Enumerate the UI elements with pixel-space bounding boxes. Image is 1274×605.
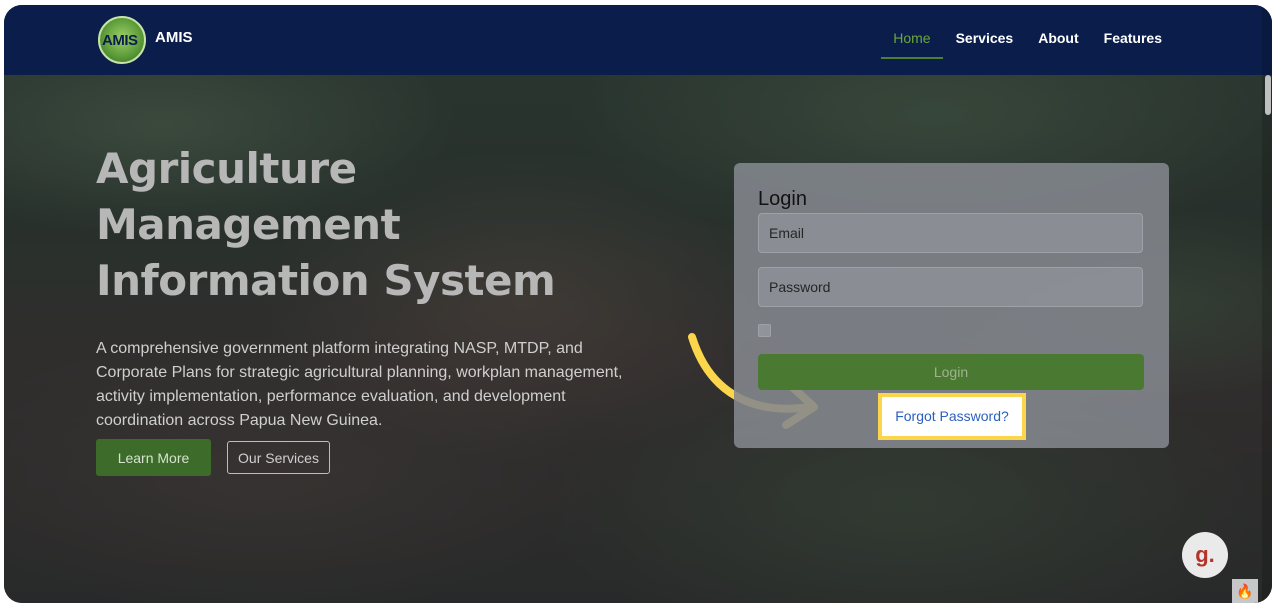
login-card: Login Login Forgot Password? bbox=[734, 163, 1169, 448]
page-scrollbar[interactable] bbox=[1262, 5, 1272, 603]
nav-link-about[interactable]: About bbox=[1038, 30, 1078, 46]
amis-logo[interactable]: AMIS bbox=[98, 16, 146, 64]
password-input[interactable] bbox=[758, 267, 1143, 307]
nav-link-home[interactable]: Home bbox=[881, 30, 944, 59]
forgot-password-link[interactable]: Forgot Password? bbox=[882, 408, 1022, 424]
hero-title-line: Information System bbox=[96, 256, 556, 305]
hero-title: Agriculture Management Information Syste… bbox=[96, 141, 556, 309]
learn-more-button[interactable]: Learn More bbox=[96, 439, 211, 476]
forgot-password-highlight: Forgot Password? bbox=[878, 393, 1026, 440]
top-navbar: AMIS AMIS Home Services About Features bbox=[4, 5, 1272, 75]
hero-title-line: Agriculture bbox=[96, 144, 357, 193]
hero-title-line: Management bbox=[96, 200, 401, 249]
login-submit-button[interactable]: Login bbox=[758, 354, 1144, 390]
logo-lettering: AMIS bbox=[102, 32, 138, 49]
nav-link-services[interactable]: Services bbox=[956, 30, 1014, 46]
hero-description: A comprehensive government platform inte… bbox=[96, 340, 623, 429]
email-input[interactable] bbox=[758, 213, 1143, 253]
remember-me-checkbox[interactable] bbox=[758, 324, 771, 337]
login-title: Login bbox=[758, 188, 807, 210]
brand-name[interactable]: AMIS bbox=[155, 29, 193, 46]
nav-links: Home Services About Features bbox=[881, 30, 1162, 59]
scrollbar-thumb[interactable] bbox=[1265, 75, 1271, 115]
fire-icon[interactable]: 🔥 bbox=[1232, 579, 1258, 603]
browser-viewport: AMIS AMIS Home Services About Features A… bbox=[4, 5, 1272, 603]
our-services-button[interactable]: Our Services bbox=[227, 441, 330, 474]
chat-widget-button[interactable]: g. bbox=[1182, 532, 1228, 578]
nav-link-features[interactable]: Features bbox=[1104, 30, 1162, 46]
